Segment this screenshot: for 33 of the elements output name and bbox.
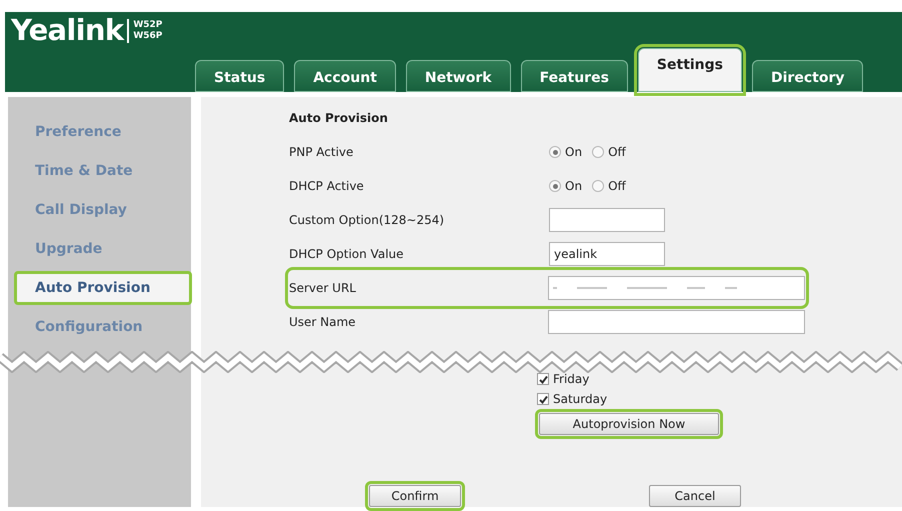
nav-tab[interactable]: Features xyxy=(520,60,628,92)
section-title: Auto Provision xyxy=(289,110,389,127)
field-label: User Name xyxy=(289,314,357,331)
field-label: DHCP Option Value xyxy=(289,246,405,263)
input-field[interactable] xyxy=(549,208,665,232)
field-label: Custom Option(128~254) xyxy=(289,212,446,229)
model-label: W52P xyxy=(133,20,162,30)
radio-button[interactable] xyxy=(549,180,561,192)
input-field[interactable] xyxy=(548,310,805,334)
model-label: W56P xyxy=(133,30,162,42)
radio-button[interactable] xyxy=(592,146,604,158)
checkbox[interactable] xyxy=(537,373,549,385)
redacted-input-field[interactable] xyxy=(548,276,805,300)
radio-label: Off xyxy=(608,144,626,161)
field-label: PNP Active xyxy=(289,144,354,161)
field-label: Server URL xyxy=(289,280,357,297)
radio-button[interactable] xyxy=(549,146,561,158)
field-label: DHCP Active xyxy=(289,178,365,195)
cancel-button[interactable]: Cancel xyxy=(649,485,741,507)
sidebar-item[interactable]: Auto Provision xyxy=(14,271,192,305)
input-field[interactable]: yealink xyxy=(549,242,665,266)
radio-label: Off xyxy=(608,178,626,195)
radio-button[interactable] xyxy=(592,180,604,192)
nav-tab[interactable]: Status xyxy=(195,60,284,92)
checkbox[interactable] xyxy=(537,393,549,405)
checkbox-label: Saturday xyxy=(553,391,608,408)
nav-tab[interactable]: Network xyxy=(406,60,511,92)
brand-logo: Yealink xyxy=(11,16,124,45)
radio-label: On xyxy=(565,144,582,161)
checkbox-label: Friday xyxy=(553,371,590,388)
radio-label: On xyxy=(565,178,582,195)
nav-tab[interactable]: Account xyxy=(294,60,396,92)
nav-tab[interactable]: Directory xyxy=(752,60,864,92)
